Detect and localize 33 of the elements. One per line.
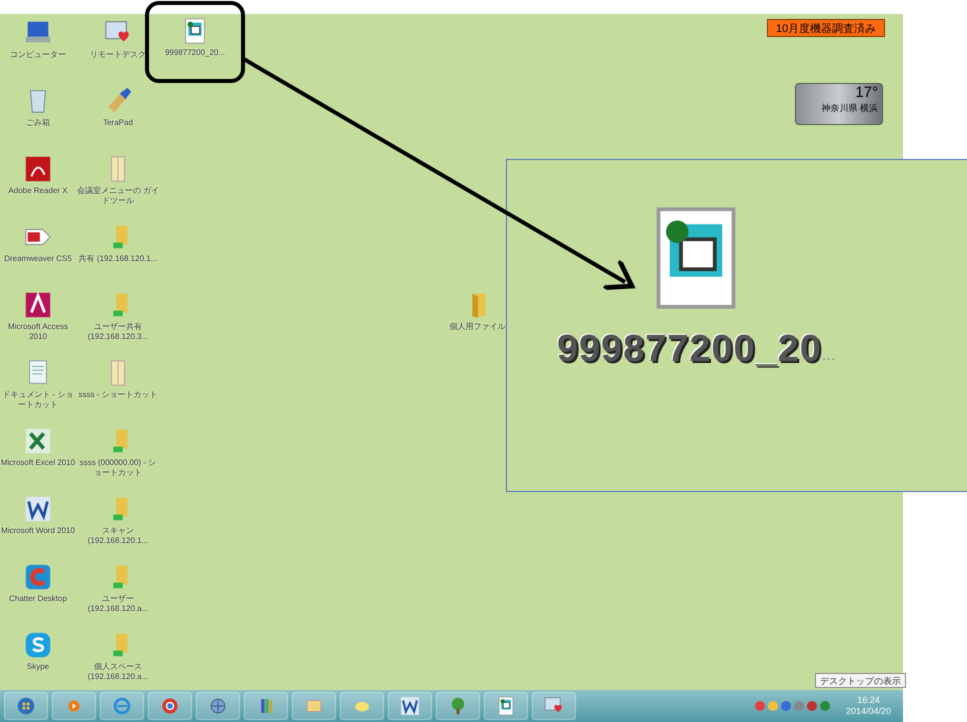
word-app-icon[interactable] [23,494,53,524]
icon-label[interactable]: Microsoft Excel 2010 [0,458,76,468]
tooltip: デスクトップの表示 [815,673,906,688]
notice-label: 10月度機器調査済み [767,19,886,37]
icon-label[interactable]: 個人用ファイル [450,322,506,332]
weather-location: 神奈川県 横浜 [821,102,878,114]
icon-label[interactable]: ssss (000000.00) - ショートカット [76,458,160,478]
temperature: 17° [855,84,878,102]
icon-label[interactable]: 個人スペース (192.168.120.a... [76,662,160,682]
icon-label[interactable]: 会議室メニューの ガイドツール [76,186,160,206]
icon-label[interactable]: スキャン (192.168.120.1... [76,526,160,546]
excel-app-icon[interactable] [23,426,53,456]
icon-label[interactable]: ssss - ショートカット [78,390,158,400]
icon-label[interactable]: 999877200_20... [164,48,226,58]
icon-label[interactable]: Chatter Desktop [9,594,67,604]
start-button[interactable] [15,695,37,717]
tray-icons[interactable] [754,701,830,711]
icon-label[interactable]: Dreamweaver CS5 [4,254,72,264]
icon-label[interactable]: ユーザー (192.168.120.a... [76,594,160,614]
icon-label[interactable]: コンピューター [10,50,66,60]
icon-label[interactable]: Adobe Reader X [8,186,68,196]
icon-label[interactable]: Microsoft Access 2010 [0,322,76,342]
icon-label[interactable]: Skype [26,662,50,672]
ellipsis: ... [822,348,836,364]
icon-label[interactable]: 共有 (192.168.120.1... [78,254,158,264]
icon-label[interactable]: ごみ箱 [26,118,50,128]
icon-label[interactable]: TeraPad [103,118,133,128]
icon-label[interactable]: リモートデスク [90,50,146,60]
icon-label[interactable]: Microsoft Word 2010 [1,526,75,536]
icon-label[interactable]: ユーザー共有 (192.168.120.3... [76,322,160,342]
icon-label[interactable]: ドキュメント - ショートカット [0,390,76,410]
word-app-icon[interactable] [399,695,421,717]
file-name-magnified: 999877200_20 [556,330,822,368]
